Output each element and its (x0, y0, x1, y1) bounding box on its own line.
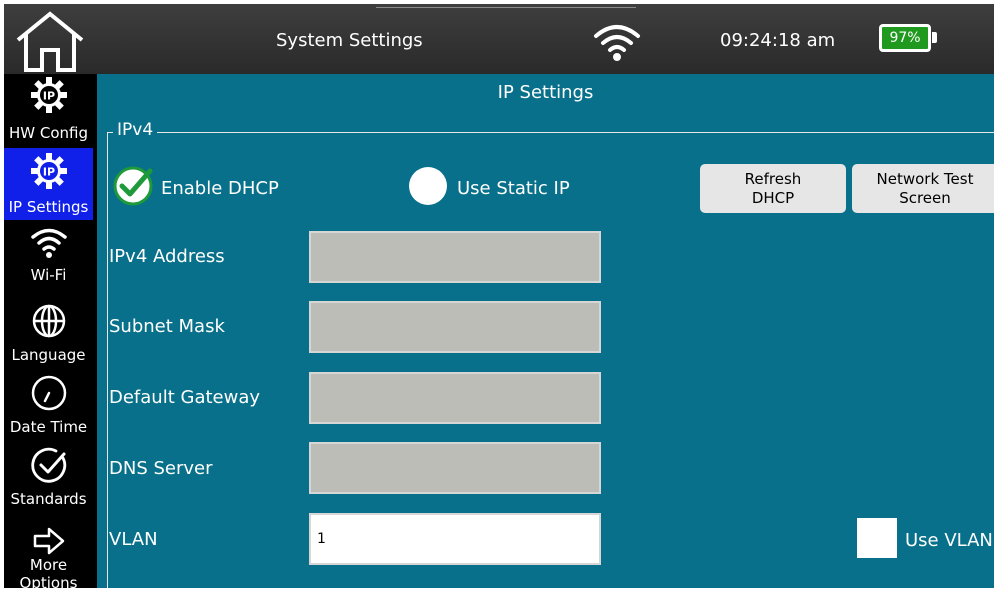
window-title: System Settings (276, 30, 423, 51)
main-panel: IP Settings IPv4 Enable DHCP Use Static … (97, 74, 994, 588)
ip-gear-icon: IP (31, 153, 67, 189)
vlan-field[interactable] (309, 513, 601, 565)
sidebar-item-label: Standards (10, 490, 87, 508)
globe-icon (32, 304, 66, 338)
battery-indicator: 97% (879, 24, 931, 52)
ipv4-address-field[interactable] (309, 231, 601, 283)
arrow-right-icon (33, 527, 65, 555)
ip-gear-icon: IP (31, 77, 67, 113)
sidebar-item-hw-config[interactable]: IP HW Config (4, 74, 93, 144)
clock-display: 09:24:18 am (720, 30, 836, 51)
network-test-label: Network Test Screen (876, 169, 974, 207)
sidebar-item-label: HW Config (8, 124, 88, 142)
subnet-mask-label: Subnet Mask (109, 316, 225, 337)
sidebar-item-wifi[interactable]: Wi-Fi (4, 222, 93, 292)
wifi-status-icon (592, 22, 642, 62)
sidebar-item-ip-settings[interactable]: IP IP Settings (4, 148, 93, 220)
sidebar-item-label: Language (11, 346, 86, 364)
check-circle-icon (31, 447, 67, 483)
enable-dhcp-radio[interactable] (113, 166, 153, 206)
use-static-ip-radio[interactable] (409, 167, 447, 205)
top-divider (376, 7, 636, 8)
sidebar-item-standards[interactable]: Standards (4, 444, 93, 514)
app-window: System Settings 09:24:18 am 97% IP HW Co… (4, 4, 994, 588)
subnet-mask-field[interactable] (309, 301, 601, 353)
default-gateway-field[interactable] (309, 372, 601, 424)
ipv4-group-label: IPv4 (113, 120, 158, 140)
battery-tip (932, 32, 937, 43)
sidebar-item-date-time[interactable]: Date Time (4, 370, 93, 440)
dns-server-label: DNS Server (109, 458, 213, 479)
sidebar-item-label: More Options (19, 556, 78, 588)
checked-radio-icon (113, 166, 153, 206)
refresh-dhcp-button[interactable]: Refresh DHCP (700, 164, 846, 213)
use-vlan-checkbox[interactable] (857, 518, 897, 558)
ipv4-address-label: IPv4 Address (109, 246, 225, 267)
home-button[interactable] (12, 10, 88, 72)
svg-text:IP: IP (43, 166, 55, 179)
svg-text:IP: IP (43, 90, 55, 103)
battery-level-text: 97% (889, 30, 921, 46)
vlan-label: VLAN (109, 529, 158, 550)
sidebar-item-more-options[interactable]: More Options (4, 518, 93, 588)
default-gateway-label: Default Gateway (109, 387, 261, 408)
sidebar-item-label: Wi-Fi (30, 266, 67, 284)
use-vlan-label: Use VLAN (905, 530, 993, 551)
sidebar: IP HW Config IP IP Settings Wi-Fi Langua… (4, 74, 93, 588)
clock-icon (31, 375, 67, 411)
sidebar-item-label: Date Time (9, 418, 88, 436)
home-icon (16, 11, 84, 72)
wifi-icon (31, 228, 67, 258)
top-bar: System Settings 09:24:18 am 97% (4, 4, 994, 74)
network-test-screen-button[interactable]: Network Test Screen (852, 164, 994, 213)
page-title: IP Settings (497, 82, 594, 103)
sidebar-item-language[interactable]: Language (4, 296, 93, 366)
enable-dhcp-label: Enable DHCP (161, 178, 279, 199)
dns-server-field[interactable] (309, 442, 601, 494)
use-static-ip-label: Use Static IP (457, 178, 570, 199)
refresh-dhcp-label: Refresh DHCP (744, 169, 802, 207)
sidebar-item-label: IP Settings (8, 198, 89, 216)
